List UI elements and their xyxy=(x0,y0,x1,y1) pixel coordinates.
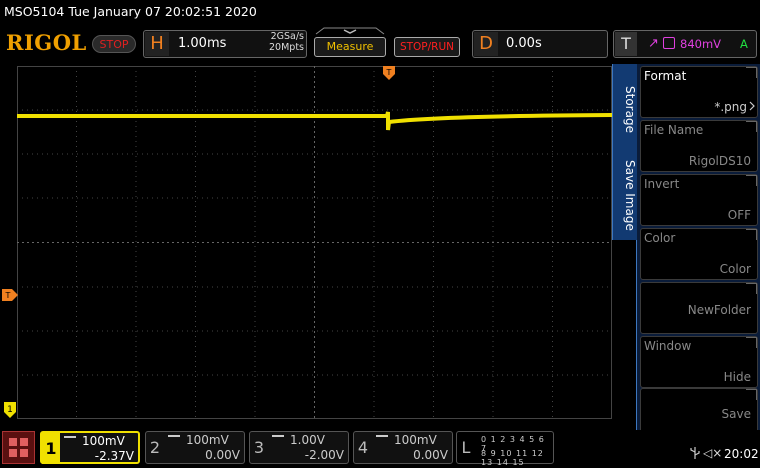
ch1-ground-label: 1 xyxy=(7,405,13,415)
menu-item-new-folder[interactable]: NewFolder xyxy=(640,282,758,334)
menu-item-title: Format xyxy=(644,69,687,83)
delay-value: 0.00s xyxy=(506,36,542,51)
menu-item-value: Color xyxy=(719,262,751,276)
chevron-down-icon xyxy=(343,29,357,34)
menu-tab-column: Storage Save Image xyxy=(612,64,637,240)
measure-tab-graphic xyxy=(315,27,385,35)
menu-corner-icon xyxy=(746,121,757,132)
measure-button[interactable]: Measure xyxy=(314,37,386,57)
menu-item-title: Color xyxy=(644,231,676,245)
timebase-value: 1.00ms xyxy=(178,36,227,51)
grid-icon xyxy=(9,438,28,457)
dc-coupling-icon xyxy=(168,435,180,443)
speaker-mute-icon[interactable]: ◁× xyxy=(703,446,722,460)
menu-corner-icon xyxy=(746,283,757,294)
dc-coupling-icon xyxy=(272,435,284,443)
channel-offset: -2.37V xyxy=(94,449,134,463)
menu-corner-icon xyxy=(746,175,757,186)
title-bar: MSO5104 Tue January 07 20:02:51 2020 xyxy=(0,0,760,24)
menu-item-title: Invert xyxy=(644,177,680,191)
channel-scale: 1.00V xyxy=(290,433,325,447)
dc-coupling-icon xyxy=(376,435,388,443)
menu-item-value: Save xyxy=(721,407,751,421)
dc-coupling-icon xyxy=(64,436,76,444)
channel-offset: 0.00V xyxy=(205,448,240,462)
menu-corner-icon xyxy=(746,389,757,400)
stop-run-button[interactable]: STOP/RUN xyxy=(394,37,460,57)
menu-item-title: File Name xyxy=(644,123,704,137)
channel-1-panel[interactable]: 1 100mV -2.37V xyxy=(40,431,140,464)
menu-corner-icon xyxy=(746,229,757,240)
trigger-level-label: T xyxy=(5,291,11,300)
trigger-level-marker[interactable]: T xyxy=(2,289,18,301)
channel-3-panel[interactable]: 3 1.00V -2.00V xyxy=(249,431,349,464)
la-bits-high: 8 9 10 11 12 13 14 15 xyxy=(481,449,544,467)
logic-analyzer-letter: L xyxy=(461,438,471,457)
rising-edge-icon: ↗ xyxy=(648,36,659,51)
menu-item-format[interactable]: Format *.png xyxy=(640,66,758,118)
tab-storage[interactable]: Storage xyxy=(613,86,637,133)
clock: 20:02 xyxy=(724,447,759,461)
logic-analyzer-panel[interactable]: L 0 1 2 3 4 5 6 7 8 9 10 11 12 13 14 15 xyxy=(456,431,554,467)
trigger-position-label: T xyxy=(386,68,392,77)
channel-scale: 100mV xyxy=(186,433,229,447)
delay-letter: D xyxy=(474,32,498,56)
acquisition-info: 2GSa/s 20Mpts xyxy=(256,31,304,53)
menu-item-value: OFF xyxy=(727,208,751,222)
channel-offset: -2.00V xyxy=(304,448,344,462)
title-text: MSO5104 Tue January 07 20:02:51 2020 xyxy=(4,4,257,19)
menu-item-color[interactable]: Color Color xyxy=(640,228,758,280)
waveform-grid xyxy=(17,66,612,419)
rigol-logo: RIGOL xyxy=(6,30,87,55)
channel-number: 1 xyxy=(42,433,60,464)
memory-depth: 20Mpts xyxy=(269,42,304,53)
trigger-level: 840mV xyxy=(680,37,722,51)
menu-item-save[interactable]: Save xyxy=(640,388,758,436)
menu-item-value: Hide xyxy=(723,370,751,384)
usb-icon xyxy=(690,447,700,459)
tab-save-image[interactable]: Save Image xyxy=(613,160,637,231)
menu-item-window[interactable]: Window Hide xyxy=(640,336,758,388)
channel-number: 4 xyxy=(357,438,369,457)
channel-scale: 100mV xyxy=(394,433,437,447)
channel-offset: 0.00V xyxy=(413,448,448,462)
home-button[interactable] xyxy=(2,431,35,464)
channel-2-panel[interactable]: 2 100mV 0.00V xyxy=(145,431,245,464)
menu-item-title: Window xyxy=(644,339,692,353)
sample-rate: 2GSa/s xyxy=(270,31,304,42)
horizontal-letter: H xyxy=(145,32,169,56)
trigger-letter: T xyxy=(615,32,637,56)
menu-corner-icon xyxy=(746,67,757,78)
channel-number: 3 xyxy=(253,438,265,457)
menu-item-file-name[interactable]: File Name RigolDS10 xyxy=(640,120,758,172)
menu-item-value: NewFolder xyxy=(687,303,751,317)
menu-item-value: RigolDS10 xyxy=(688,154,751,168)
menu-corner-icon xyxy=(746,337,757,348)
chevron-right-icon xyxy=(749,101,755,111)
trigger-position-marker[interactable]: T xyxy=(383,66,395,80)
channel-4-panel[interactable]: 4 100mV 0.00V xyxy=(353,431,453,464)
menu-item-value: *.png xyxy=(714,100,747,114)
trigger-source-icon xyxy=(663,37,675,49)
trigger-mode: A xyxy=(740,37,748,51)
channel-scale: 100mV xyxy=(82,434,125,448)
channel-number: 2 xyxy=(149,438,161,457)
menu-item-invert[interactable]: Invert OFF xyxy=(640,174,758,226)
run-state-badge: STOP xyxy=(92,35,136,53)
ch1-ground-marker[interactable]: 1 xyxy=(4,402,16,418)
